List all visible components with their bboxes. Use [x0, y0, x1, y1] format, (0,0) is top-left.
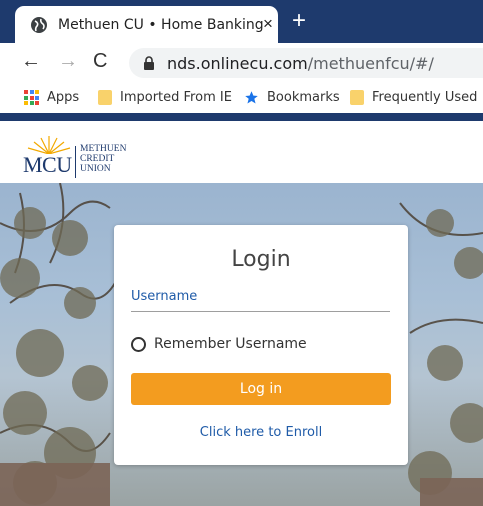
back-button[interactable]: ← [21, 50, 41, 73]
bookmark-bookmarks[interactable]: Bookmarks [244, 87, 340, 109]
lock-icon [144, 56, 154, 70]
bookmark-label: Apps [47, 90, 80, 105]
browser-tabstrip: Methuen CU • Home Banking × + [0, 0, 483, 43]
login-button[interactable]: Log in [131, 373, 391, 405]
forward-button[interactable]: → [58, 50, 78, 73]
bookmark-apps[interactable]: Apps [24, 87, 79, 109]
site-header: MCU METHUEN CREDIT UNION [0, 121, 483, 183]
url-text: nds.onlinecu.com/methuenfcu/#/ [167, 54, 434, 73]
remember-username-radio[interactable] [131, 337, 146, 352]
sun-rays-icon [27, 136, 71, 154]
bookmark-imported-from-ie[interactable]: Imported From IE [98, 87, 232, 109]
star-icon [245, 91, 258, 104]
logo-line-1: METHUEN [80, 144, 127, 154]
globe-icon [31, 17, 47, 33]
url-host: nds.onlinecu.com [167, 54, 308, 73]
login-title: Login [231, 247, 291, 272]
login-card: Login Username Remember Username Log in … [114, 225, 408, 465]
tab-close-button[interactable]: × [263, 14, 273, 34]
username-input[interactable] [131, 305, 390, 312]
bookmark-label: Imported From IE [120, 90, 232, 105]
bookmark-label: Frequently Used [372, 90, 478, 105]
browser-tab[interactable]: Methuen CU • Home Banking × [15, 6, 278, 43]
address-bar[interactable]: nds.onlinecu.com/methuenfcu/#/ [129, 48, 483, 78]
logo-divider [75, 146, 76, 178]
new-tab-button[interactable]: + [292, 9, 306, 33]
logo-line-3: UNION [80, 164, 111, 174]
remember-username-label: Remember Username [154, 336, 307, 352]
apps-grid-icon [24, 90, 39, 105]
logo-mark: MCU [23, 152, 72, 177]
folder-icon [350, 90, 364, 105]
header-accent-bar [0, 113, 483, 121]
logo-line-2: CREDIT [80, 154, 115, 164]
reload-button[interactable]: C [93, 50, 107, 73]
bookmarks-bar: Apps Imported From IE Bookmarks Frequent… [0, 83, 483, 113]
enroll-link[interactable]: Click here to Enroll [114, 425, 408, 440]
bookmark-frequently-used[interactable]: Frequently Used [350, 87, 477, 109]
logo-text: METHUEN CREDIT UNION [80, 144, 126, 174]
username-label: Username [131, 289, 198, 304]
folder-icon [98, 90, 112, 105]
tab-title: Methuen CU • Home Banking [58, 17, 264, 33]
browser-toolbar: ← → C nds.onlinecu.com/methuenfcu/#/ [0, 43, 483, 83]
bookmark-label: Bookmarks [267, 90, 340, 105]
url-path: /methuenfcu/#/ [307, 54, 434, 73]
